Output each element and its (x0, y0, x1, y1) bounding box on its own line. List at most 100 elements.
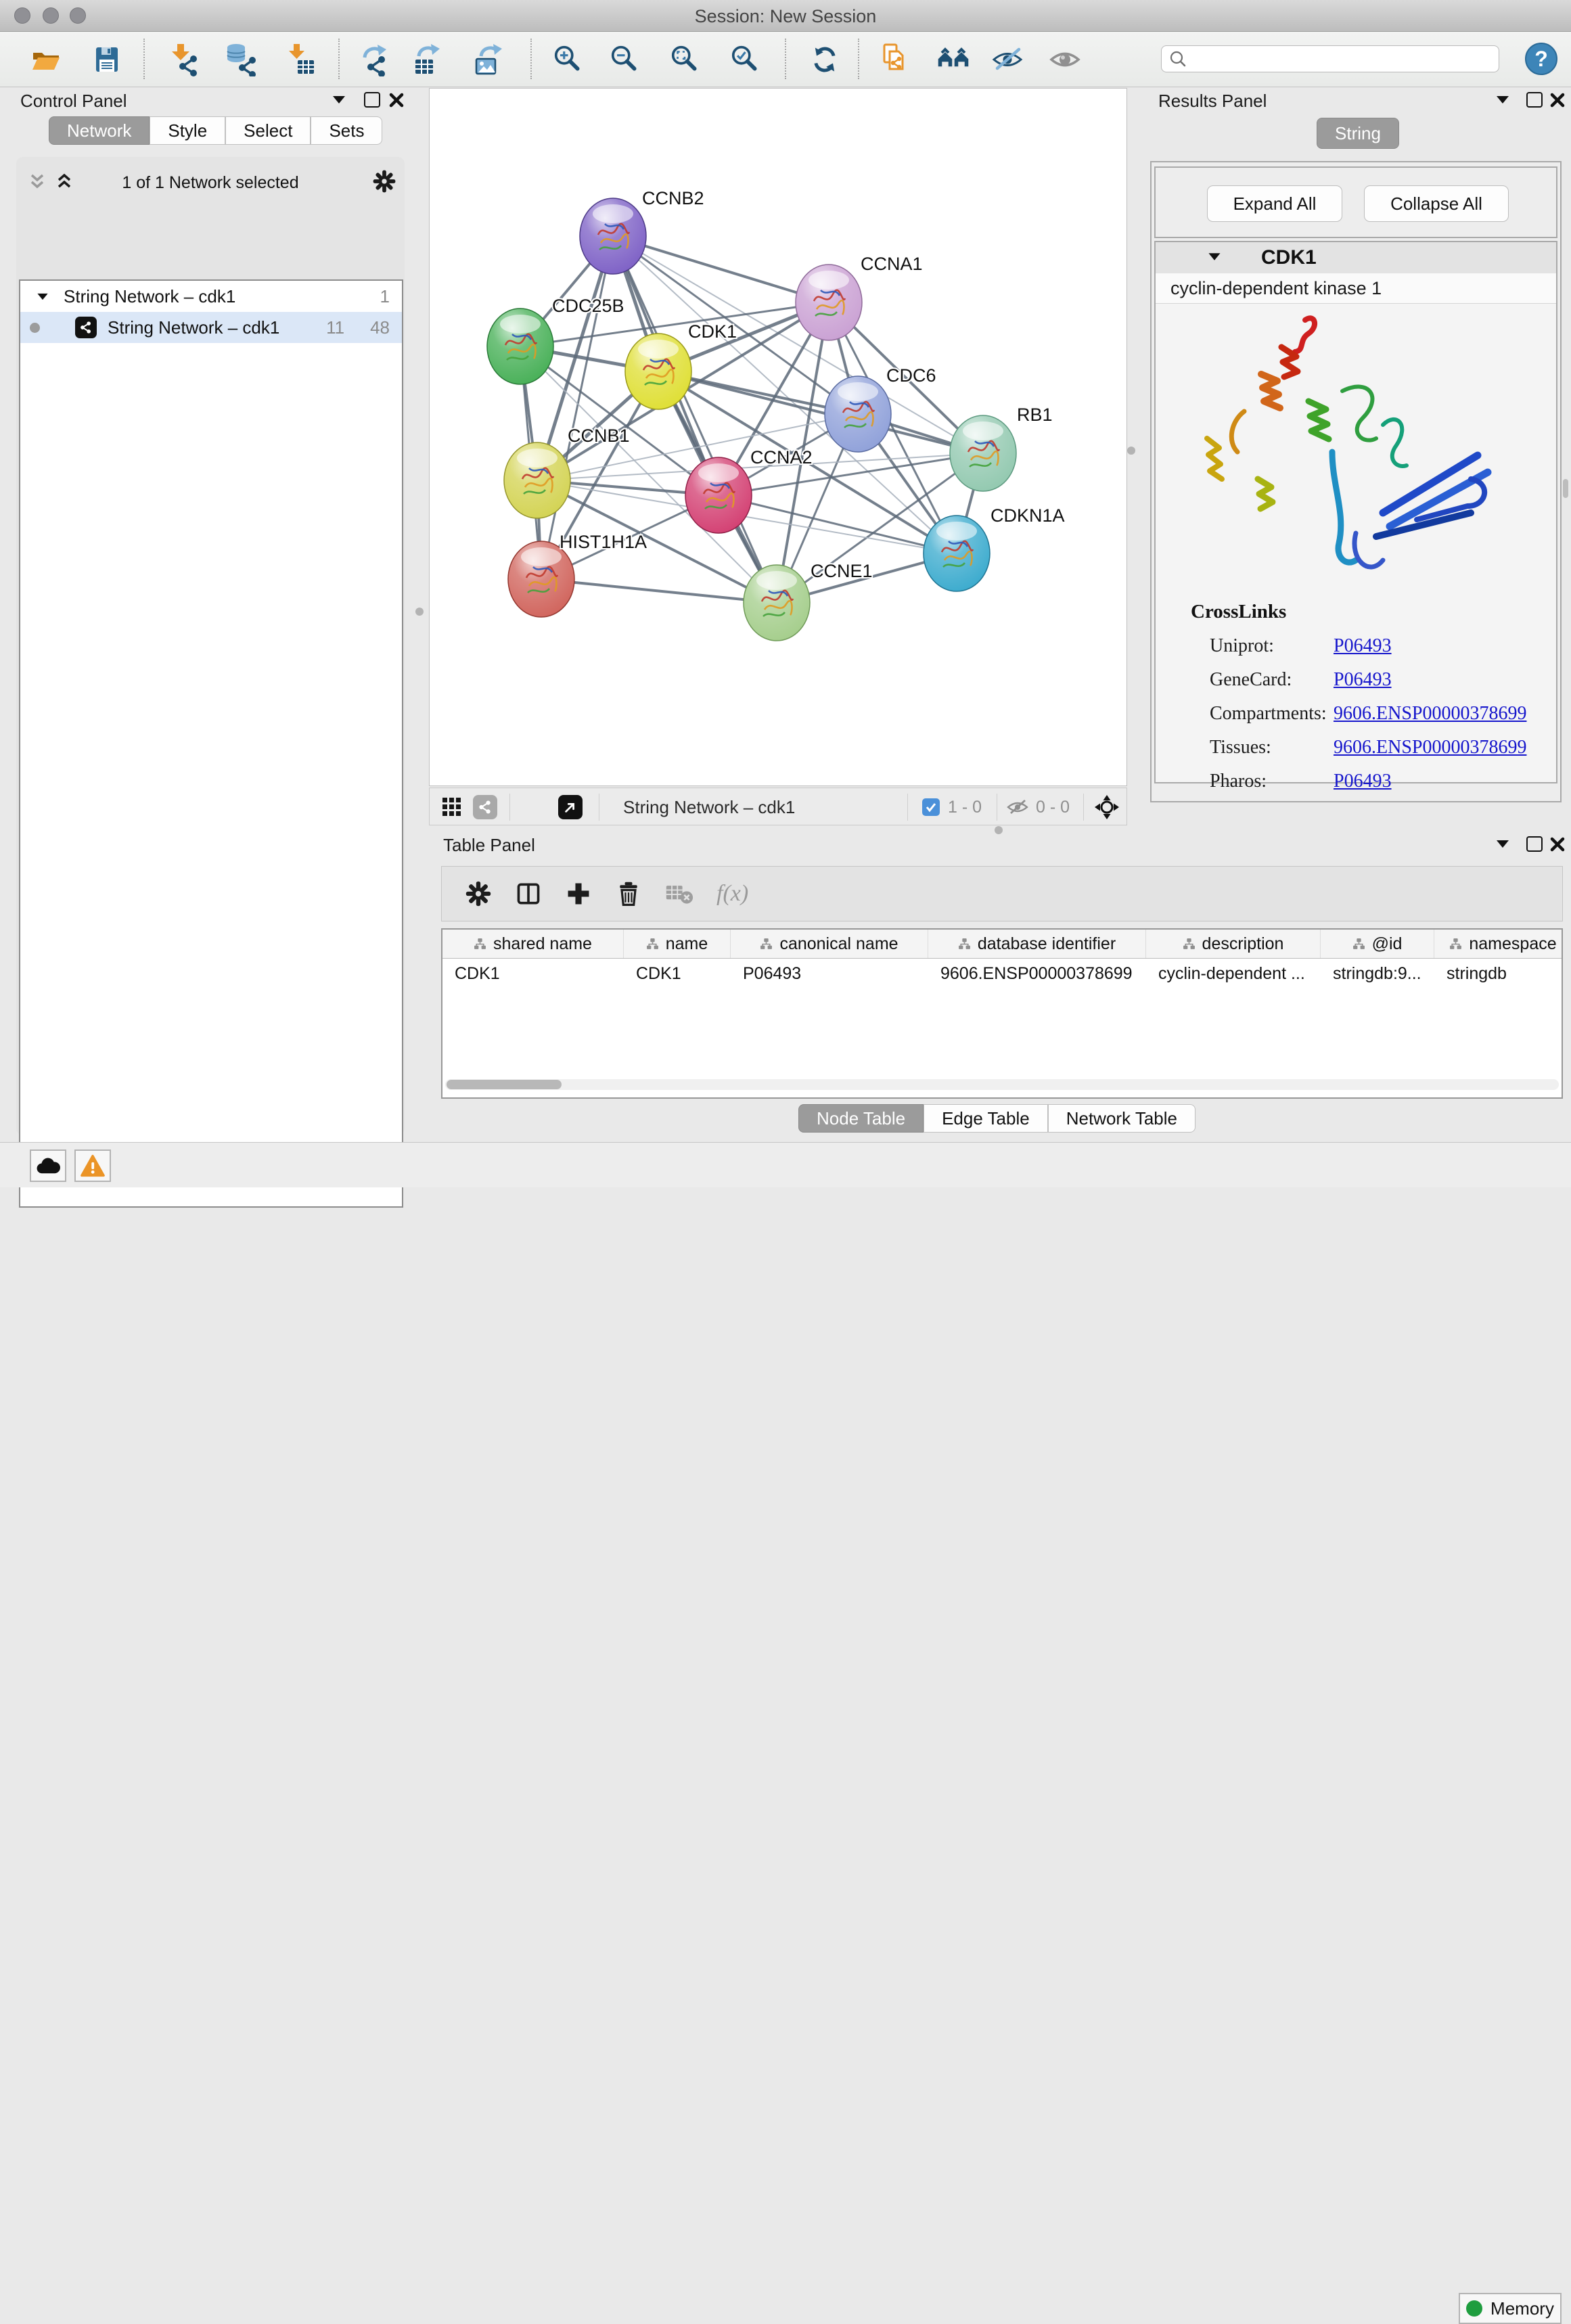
crosslink-link[interactable]: 9606.ENSP00000378699 (1334, 703, 1526, 725)
column-header-canonical-name[interactable]: canonical name (731, 930, 928, 958)
open-in-window-button[interactable] (558, 795, 583, 819)
delete-column-trash-icon[interactable] (615, 880, 642, 907)
results-panel-menu-icon[interactable] (1497, 96, 1509, 104)
birdseye-grid-icon[interactable] (442, 797, 462, 817)
table-cell[interactable]: 9606.ENSP00000378699 (928, 959, 1146, 988)
table-scrollbar-thumb[interactable] (447, 1080, 562, 1089)
tab-network-table[interactable]: Network Table (1048, 1104, 1196, 1133)
node-CCNA2[interactable] (685, 457, 752, 533)
crosslink-link[interactable]: P06493 (1334, 669, 1392, 691)
table-row[interactable]: CDK1CDK1P064939606.ENSP00000378699cyclin… (442, 959, 1562, 988)
table-panel-close-icon[interactable] (1549, 836, 1566, 852)
results-panel-close-icon[interactable] (1549, 92, 1566, 108)
control-panel-menu-icon[interactable] (333, 96, 345, 104)
add-column-plus-icon[interactable] (565, 880, 592, 907)
table-cell[interactable]: CDK1 (624, 959, 731, 988)
zoom-out-button[interactable] (607, 42, 642, 77)
show-columns-icon[interactable] (515, 880, 542, 907)
tab-network[interactable]: Network (49, 116, 150, 145)
hidden-eye-slash-icon[interactable] (1006, 797, 1029, 817)
edge-HIST1H1A-CCNE1[interactable] (541, 579, 777, 603)
warning-status-button[interactable] (74, 1149, 111, 1182)
table-panel-menu-icon[interactable] (1497, 840, 1509, 848)
export-image-button[interactable] (472, 42, 507, 77)
column-header-name[interactable]: name (624, 930, 731, 958)
tab-sets[interactable]: Sets (311, 116, 382, 145)
network-node-count: 11 (326, 317, 344, 338)
node-CCNB1[interactable] (504, 442, 570, 518)
cloud-status-button[interactable] (30, 1149, 66, 1182)
zoom-fit-button[interactable] (667, 42, 702, 77)
node-CCNA1[interactable] (796, 265, 862, 340)
hide-selected-button[interactable] (990, 42, 1025, 77)
clone-network-button[interactable] (878, 42, 913, 77)
gene-disclosure-icon[interactable] (1208, 253, 1220, 260)
network-canvas[interactable]: CCNB2CCNA1CDC25BCDK1CDC6RB1CCNB1CCNA2CDK… (429, 88, 1127, 786)
left-splitter-handle[interactable] (415, 608, 424, 616)
refresh-layout-button[interactable] (807, 42, 842, 77)
import-network-button[interactable] (165, 42, 200, 77)
crosslink-link[interactable]: 9606.ENSP00000378699 (1334, 737, 1526, 758)
function-builder-icon[interactable]: f(x) (716, 881, 748, 907)
node-CCNB2[interactable] (580, 198, 646, 274)
help-button[interactable]: ? (1525, 43, 1557, 75)
results-scrollbar-thumb[interactable] (1563, 479, 1568, 498)
import-network-from-database-button[interactable] (224, 42, 259, 77)
table-cell[interactable]: stringdb (1434, 959, 1563, 988)
node-CDC6[interactable] (825, 376, 891, 452)
node-HIST1H1A[interactable] (508, 541, 574, 617)
tab-edge-table[interactable]: Edge Table (924, 1104, 1048, 1133)
gene-header[interactable]: CDK1 (1156, 242, 1556, 274)
network-graph[interactable]: CCNB2CCNA1CDC25BCDK1CDC6RB1CCNB1CCNA2CDK… (430, 89, 1126, 785)
zoom-selected-button[interactable] (727, 42, 762, 77)
node-CDK1[interactable] (625, 334, 691, 409)
column-header-description[interactable]: description (1146, 930, 1321, 958)
network-options-gear-icon[interactable] (372, 169, 396, 193)
tab-style[interactable]: Style (150, 116, 225, 145)
column-header-shared-name[interactable]: shared name (442, 930, 624, 958)
results-panel-float-icon[interactable] (1526, 92, 1543, 108)
fit-content-crosshair-icon[interactable] (1094, 794, 1120, 820)
network-row[interactable]: String Network – cdk1 11 48 (20, 312, 402, 343)
search-input[interactable] (1187, 49, 1492, 69)
first-neighbors-button[interactable] (936, 42, 972, 77)
export-network-button[interactable] (359, 42, 394, 77)
open-session-button[interactable] (28, 42, 64, 77)
selected-checkbox-icon[interactable] (922, 798, 940, 816)
import-table-button[interactable] (283, 42, 319, 77)
collection-disclosure-icon[interactable] (37, 293, 47, 299)
expand-all-button[interactable]: Expand All (1207, 185, 1342, 222)
column-header-label: namespace (1469, 934, 1556, 954)
column-header-database-identifier[interactable]: database identifier (928, 930, 1146, 958)
node-RB1[interactable] (950, 415, 1016, 491)
node-CDC25B[interactable] (487, 309, 553, 384)
table-panel-float-icon[interactable] (1526, 836, 1543, 852)
delete-table-icon[interactable] (665, 882, 693, 906)
table-cell[interactable]: CDK1 (442, 959, 624, 988)
table-cell[interactable]: cyclin-dependent ... (1146, 959, 1321, 988)
control-panel-float-icon[interactable] (364, 92, 380, 108)
tab-string[interactable]: String (1317, 118, 1399, 149)
table-settings-gear-icon[interactable] (465, 880, 492, 907)
tab-node-table[interactable]: Node Table (798, 1104, 924, 1133)
table-cell[interactable]: P06493 (731, 959, 928, 988)
collapse-all-button[interactable]: Collapse All (1364, 185, 1509, 222)
network-collection-row[interactable]: String Network – cdk1 1 (20, 281, 402, 312)
memory-button[interactable]: Memory (1459, 2293, 1562, 2324)
node-CDKN1A[interactable] (924, 516, 990, 591)
crosslink-link[interactable]: P06493 (1334, 771, 1392, 792)
table-horizontal-scrollbar[interactable] (445, 1079, 1559, 1090)
right-splitter-handle[interactable] (1127, 447, 1135, 455)
crosslink-link[interactable]: P06493 (1334, 635, 1392, 657)
control-panel-close-icon[interactable] (388, 92, 405, 108)
zoom-in-button[interactable] (550, 42, 585, 77)
column-header-namespace[interactable]: namespace (1434, 930, 1563, 958)
node-CCNE1[interactable] (744, 565, 810, 641)
save-session-button[interactable] (89, 42, 124, 77)
tab-select[interactable]: Select (225, 116, 311, 145)
table-cell[interactable]: stringdb:9... (1321, 959, 1434, 988)
column-header-id[interactable]: @id (1321, 930, 1434, 958)
show-all-button[interactable] (1047, 42, 1083, 77)
network-share-button[interactable] (473, 795, 497, 819)
export-table-button[interactable] (411, 42, 447, 77)
